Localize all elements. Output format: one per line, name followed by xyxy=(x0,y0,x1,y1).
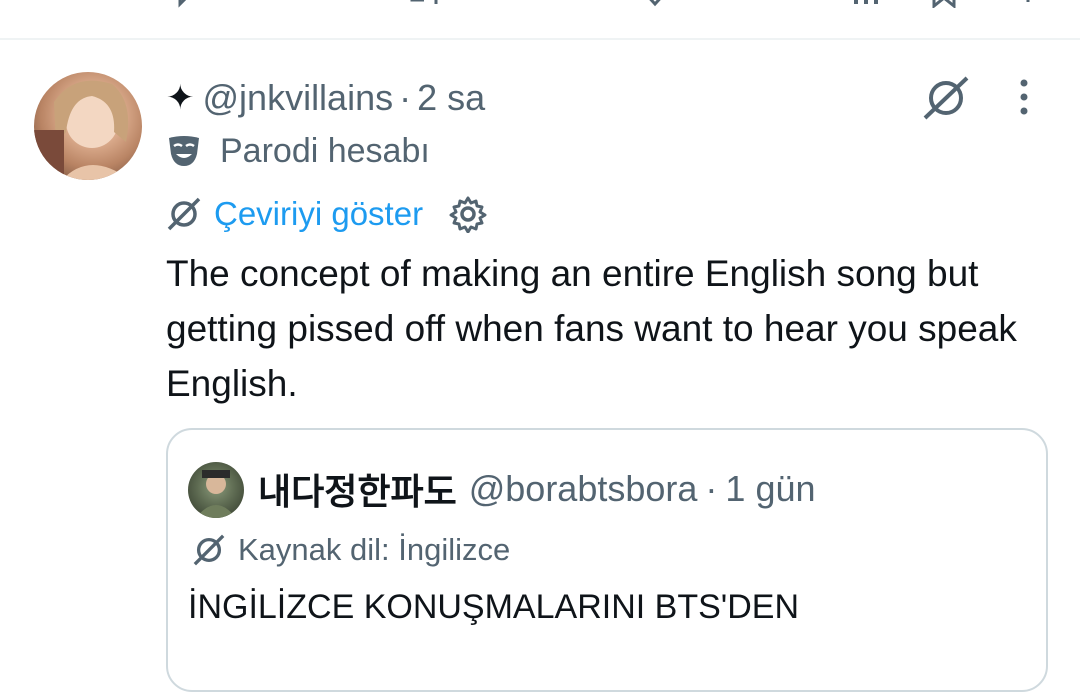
translate-icon xyxy=(193,534,225,566)
views-icon[interactable] xyxy=(850,0,886,8)
tweet-body: The concept of making an entire English … xyxy=(166,253,1017,404)
grok-icon[interactable] xyxy=(920,74,972,122)
quoted-tweet[interactable]: 내다정한파도 @borabtsbora · 1 gün Kaynak dil: … xyxy=(166,428,1048,692)
quoted-author-name[interactable]: 내다정한파도 xyxy=(258,463,457,515)
author-avatar[interactable] xyxy=(34,72,142,180)
quoted-time: 1 gün xyxy=(725,468,816,509)
parody-badge: Parodi hesabı xyxy=(166,131,430,171)
retweet-icon[interactable] xyxy=(406,0,442,8)
quoted-tweet-body: İNGİLİZCE KONUŞMALARINI BTS'DEN xyxy=(188,588,800,626)
previous-tweet-actions xyxy=(0,0,1080,8)
mask-icon xyxy=(169,136,199,166)
avatar-photo xyxy=(34,80,130,180)
like-icon[interactable] xyxy=(640,0,670,8)
more-vertical-icon[interactable] xyxy=(1012,78,1036,118)
share-icon[interactable] xyxy=(1012,0,1044,8)
source-language-label: Kaynak dil: İngilizce xyxy=(238,532,511,567)
source-language-row: Kaynak dil: İngilizce xyxy=(192,530,510,570)
quoted-avatar-photo xyxy=(196,470,236,518)
separator-dot: · xyxy=(705,468,718,509)
parody-label: Parodi hesabı xyxy=(220,131,430,170)
author-handle[interactable]: @jnkvillains xyxy=(203,77,394,119)
reply-icon[interactable] xyxy=(172,0,202,8)
translate-row: Çeviriyi göster xyxy=(166,192,487,236)
tweet-time[interactable]: 2 sa xyxy=(417,77,485,119)
quoted-author-handle[interactable]: @borabtsbora xyxy=(469,468,698,510)
sparkle-icon: ✦ xyxy=(166,79,195,117)
separator-dot: · xyxy=(399,77,412,118)
quoted-header: 내다정한파도 @borabtsbora · 1 gün xyxy=(258,466,816,512)
quoted-author-avatar[interactable] xyxy=(188,462,244,518)
tweet-header: ✦ @jnkvillains · 2 sa xyxy=(166,76,485,120)
gear-icon[interactable] xyxy=(449,195,487,233)
bookmark-icon[interactable] xyxy=(928,0,960,8)
tweet-divider xyxy=(0,38,1080,40)
translate-icon xyxy=(167,197,201,231)
show-translation-link[interactable]: Çeviriyi göster xyxy=(214,195,423,233)
